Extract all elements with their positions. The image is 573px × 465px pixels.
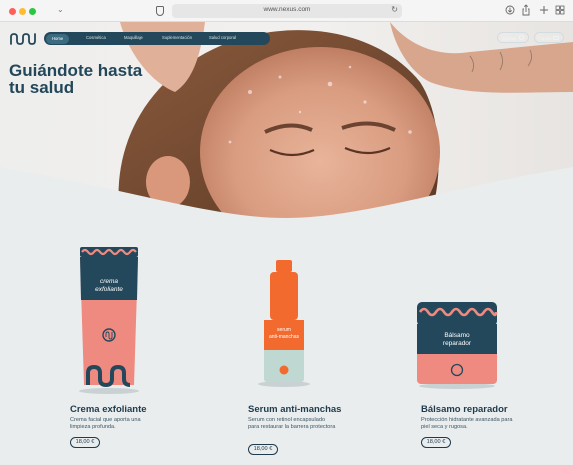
- hero-title-line-2: tu salud: [9, 78, 75, 97]
- package-label-line-1: serum: [277, 327, 291, 333]
- package-label-line-2: reparador: [443, 340, 472, 347]
- product-name[interactable]: Serum anti-manchas: [248, 404, 341, 415]
- hero-banner: Guiándote hasta tu salud: [0, 22, 573, 218]
- product-image-serum-anti-manchas: serum anti-manchas: [258, 260, 310, 387]
- hero-title: Guiándote hasta tu salud: [9, 62, 189, 96]
- search-icon: [519, 35, 524, 40]
- cart-icon: [553, 36, 559, 40]
- chevron-down-icon[interactable]: ⌄: [57, 5, 64, 14]
- nav-item-suplementacion[interactable]: Suplementación: [162, 35, 192, 40]
- price-tag[interactable]: 18,00 €: [248, 444, 278, 455]
- new-tab-icon[interactable]: [539, 4, 549, 16]
- nav-item-cosmetica[interactable]: Cosmética: [86, 35, 106, 40]
- product-description: Crema facial que aporta una limpieza pro…: [70, 417, 141, 430]
- product-card[interactable]: Bálsamo reparador Bálsamo reparador Prot…: [415, 240, 565, 460]
- shield-icon[interactable]: [156, 6, 164, 16]
- search-label: Buscar: [503, 35, 517, 41]
- hero-photo: [0, 22, 573, 218]
- nav-item-maquillaje[interactable]: Maquillaje: [124, 35, 143, 40]
- price-tag[interactable]: 18,00 €: [70, 437, 100, 448]
- main-nav: Home Cosmética Maquillaje Suplementación…: [44, 32, 270, 45]
- reload-icon[interactable]: ↻: [391, 5, 398, 14]
- cart-button[interactable]: Carrito: [534, 32, 564, 43]
- maximize-window-button[interactable]: [29, 8, 36, 15]
- product-card[interactable]: serum anti-manchas Serum anti-manchas Se…: [240, 240, 380, 460]
- minimize-window-button[interactable]: [19, 8, 26, 15]
- product-name[interactable]: Crema exfoliante: [70, 404, 147, 415]
- package-label-line-2: exfoliante: [95, 286, 123, 293]
- hero-title-line-1: Guiándote hasta: [9, 61, 143, 80]
- product-image-crema-exfoliante: crema exfoliante: [79, 247, 139, 394]
- package-label-line-1: Bálsamo: [444, 332, 470, 339]
- address-bar[interactable]: www.nexus.com ↻: [172, 4, 402, 18]
- close-window-button[interactable]: [9, 8, 16, 15]
- nav-item-salud-corporal[interactable]: Salud corporal: [209, 35, 236, 40]
- package-label-line-1: crema: [100, 278, 118, 285]
- brand-logo[interactable]: [9, 32, 39, 46]
- product-card[interactable]: crema exfoliante Crema exfoliante Crema …: [60, 240, 200, 460]
- product-name[interactable]: Bálsamo reparador: [421, 404, 508, 415]
- download-icon[interactable]: [505, 4, 515, 16]
- product-description: Protección hidratante avanzada para piel…: [421, 417, 513, 430]
- product-description: Serum con retinol encapsulado para resta…: [248, 417, 336, 430]
- browser-toolbar: ⌄ www.nexus.com ↻: [0, 0, 573, 22]
- cart-label: Carrito: [539, 35, 552, 41]
- product-image-balsamo-reparador: Bálsamo reparador: [417, 302, 498, 389]
- share-icon[interactable]: [521, 4, 531, 16]
- nav-item-home[interactable]: Home: [46, 33, 70, 44]
- package-label-line-2: anti-manchas: [269, 334, 300, 340]
- url-text: www.nexus.com: [263, 6, 311, 13]
- tab-grid-icon[interactable]: [555, 4, 565, 16]
- price-tag[interactable]: 18,00 €: [421, 437, 451, 448]
- search-button[interactable]: Buscar: [497, 32, 529, 43]
